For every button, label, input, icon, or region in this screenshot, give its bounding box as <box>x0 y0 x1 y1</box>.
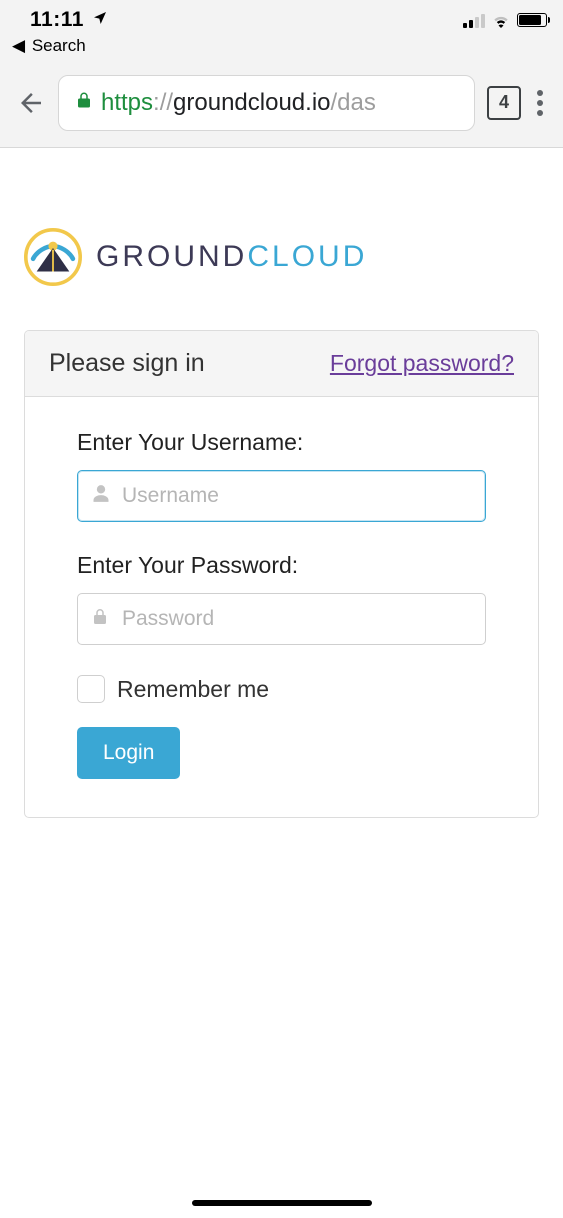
brand-text-cloud: CLOUD <box>247 240 367 273</box>
login-button[interactable]: Login <box>77 727 180 779</box>
cellular-signal-icon <box>463 12 485 28</box>
location-arrow-icon <box>92 8 108 32</box>
brand-logo: GROUNDCLOUD <box>24 228 539 286</box>
remember-row: Remember me <box>77 675 486 703</box>
username-input[interactable] <box>77 470 486 522</box>
menu-dot-icon <box>537 100 543 106</box>
clock-time: 11:11 <box>30 8 84 31</box>
url-separator: :// <box>153 89 173 117</box>
password-input[interactable] <box>77 593 486 645</box>
address-bar[interactable]: https://groundcloud.io/das <box>58 75 475 131</box>
forgot-password-link[interactable]: Forgot password? <box>330 350 514 377</box>
panel-header: Please sign in Forgot password? <box>25 331 538 397</box>
remember-label: Remember me <box>117 676 269 703</box>
menu-dot-icon <box>537 110 543 116</box>
url-host: groundcloud.io <box>173 89 330 117</box>
signin-panel: Please sign in Forgot password? Enter Yo… <box>24 330 539 818</box>
back-triangle-icon: ◀ <box>12 36 25 55</box>
username-label: Enter Your Username: <box>77 429 486 456</box>
user-icon <box>91 484 111 509</box>
password-field-group: Enter Your Password: <box>77 552 486 645</box>
status-bar: 11:11 ◀ Search <box>0 0 563 58</box>
groundcloud-logo-icon <box>24 228 82 286</box>
wifi-icon <box>491 13 511 28</box>
back-search-label: Search <box>32 36 86 55</box>
url-path: /das <box>331 89 376 117</box>
tab-count: 4 <box>499 92 509 113</box>
remember-checkbox[interactable] <box>77 675 105 703</box>
password-input-wrap <box>77 593 486 645</box>
page-content: GROUNDCLOUD Please sign in Forgot passwo… <box>0 148 563 818</box>
brand-wordmark: GROUNDCLOUD <box>96 240 367 274</box>
lock-icon <box>75 89 93 117</box>
url-scheme: https <box>101 89 153 117</box>
browser-toolbar: https://groundcloud.io/das 4 <box>0 58 563 148</box>
battery-icon <box>517 13 547 27</box>
browser-back-button[interactable] <box>16 88 46 118</box>
username-field-group: Enter Your Username: <box>77 429 486 522</box>
menu-dot-icon <box>537 90 543 96</box>
tabs-button[interactable]: 4 <box>487 86 521 120</box>
password-label: Enter Your Password: <box>77 552 486 579</box>
panel-body: Enter Your Username: Enter Your Password… <box>25 397 538 817</box>
status-time: 11:11 <box>30 8 108 32</box>
panel-title: Please sign in <box>49 349 205 378</box>
lock-input-icon <box>91 607 109 632</box>
brand-text-ground: GROUND <box>96 240 247 273</box>
browser-menu-button[interactable] <box>533 86 547 120</box>
back-to-search[interactable]: ◀ Search <box>12 36 86 56</box>
status-right <box>463 12 547 28</box>
username-input-wrap <box>77 470 486 522</box>
home-indicator[interactable] <box>192 1200 372 1206</box>
